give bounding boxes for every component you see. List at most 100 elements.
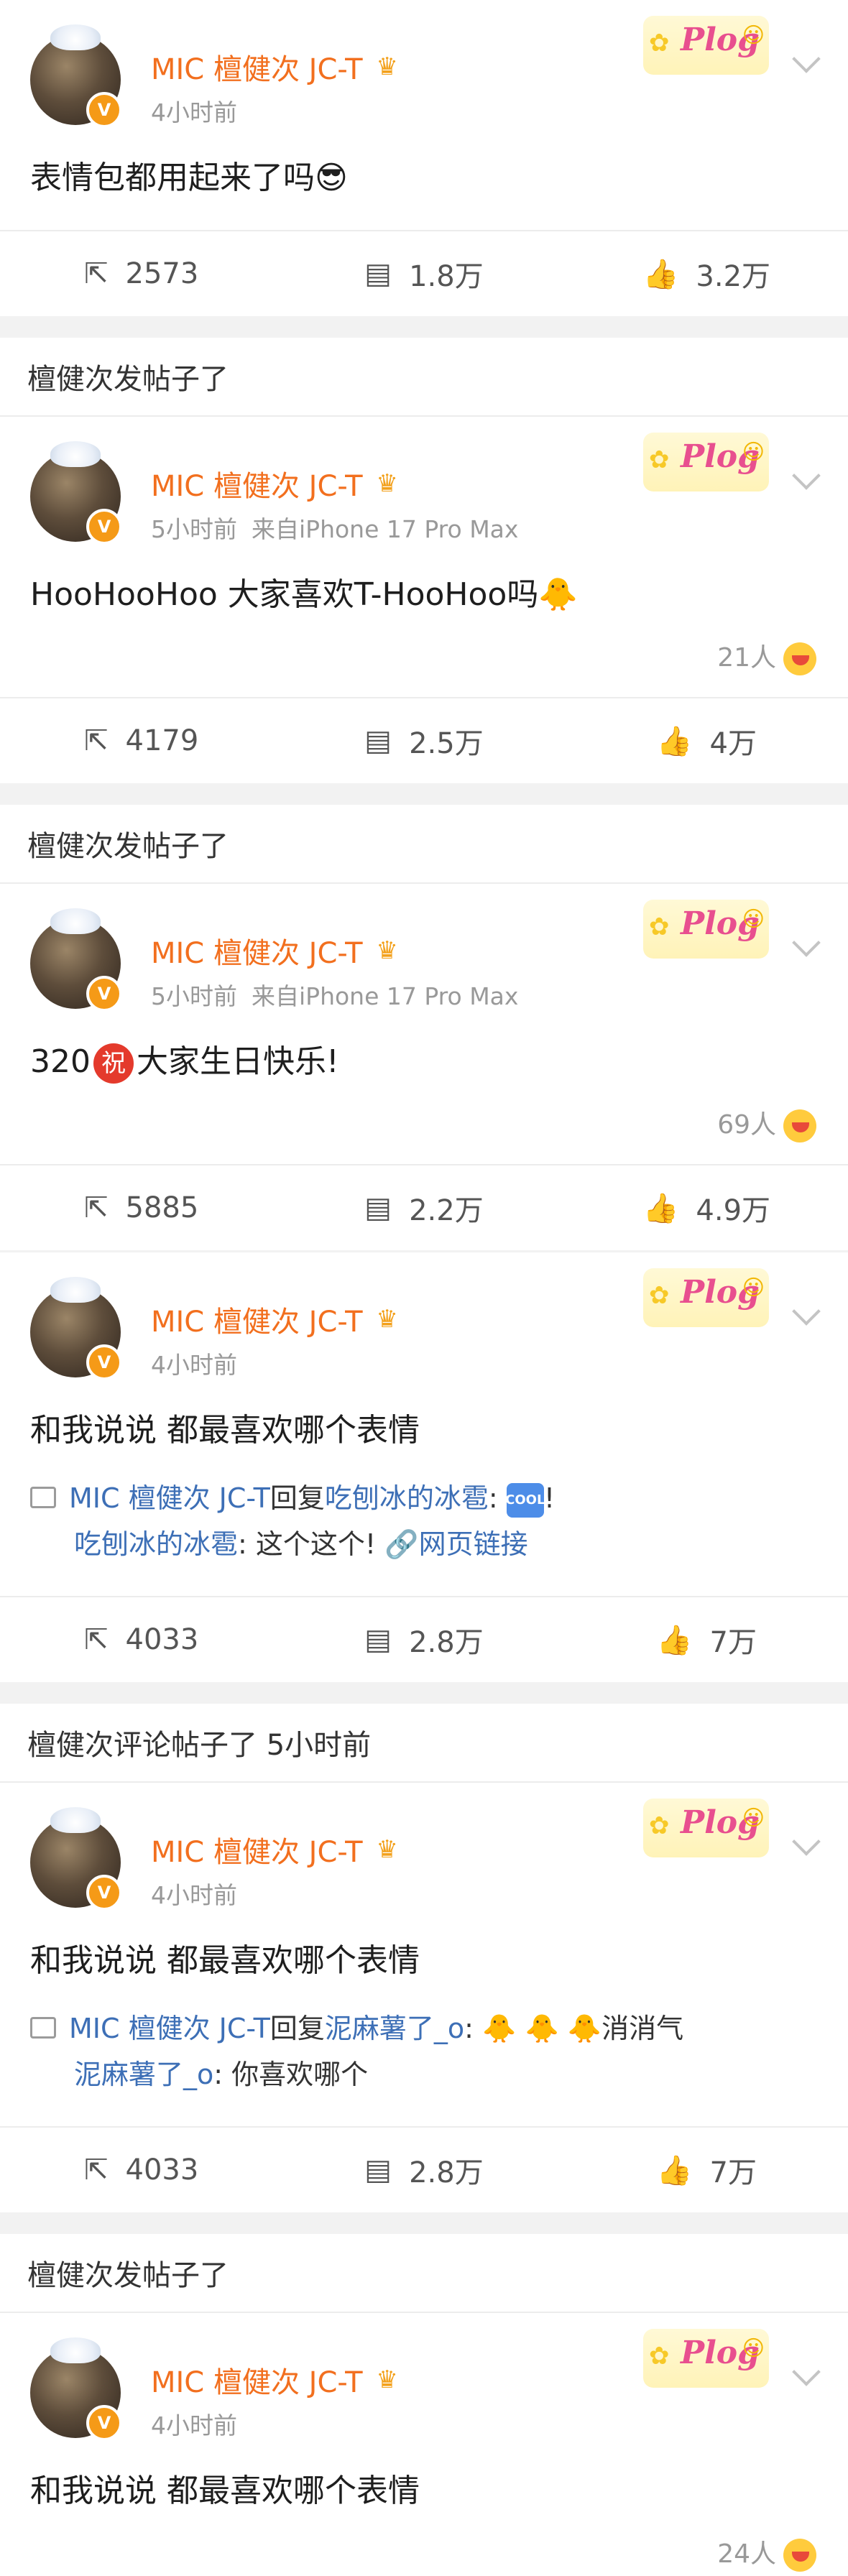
verified-badge-icon: V [86,976,122,1012]
author-name[interactable]: MIC 檀健次 JC-T [151,463,363,504]
comment-button[interactable]: ▤ 2.2万 [282,1165,565,1250]
avatar-hat-decoration [50,1807,101,1833]
smile-icon: ☺ [742,1275,765,1301]
repost-button[interactable]: ⇱ 4033 [0,1597,282,1682]
avatar-hat-decoration [50,24,101,50]
like-button[interactable]: 👍 7万 [566,1597,848,1682]
author-name[interactable]: MIC 檀健次 JC-T [151,1829,363,1870]
flower-icon: ✿ [649,1281,670,1310]
like-button[interactable]: 👍 7万 [566,2128,848,2212]
post-device: 来自iPhone 17 Pro Max [252,515,519,543]
post-actions: ⇱ 4033 ▤ 2.8万 👍 7万 [0,1596,848,1682]
repost-button[interactable]: ⇱ 2573 [0,231,282,316]
post-meta: 4小时前 [151,1876,237,1911]
quote-target-link[interactable]: 泥麻薯了_o [325,2013,464,2044]
chevron-down-icon[interactable] [792,1297,821,1326]
author-name[interactable]: MIC 檀健次 JC-T [151,930,363,971]
repost-button[interactable]: ⇱ 4033 [0,2128,282,2212]
avatar[interactable]: V [30,441,122,545]
post-meta: 5小时前 来自iPhone 17 Pro Max [151,510,518,545]
cool-emoji: COOL [505,1482,545,1518]
avatar-hat-decoration [50,908,101,934]
avatar[interactable]: V [30,2337,122,2441]
laughing-face-icon [783,2539,816,2572]
post-time: 4小时前 [151,98,237,126]
smile-icon: ☺ [742,1806,765,1831]
quote-target-link[interactable]: 吃刨冰的冰雹 [325,1482,489,1514]
like-button[interactable]: 👍 3.2万 [566,231,848,316]
post-text: 和我说说 都最喜欢哪个表情 [30,1412,420,1449]
quote-user-link[interactable]: 泥麻薯了_o [74,2059,213,2090]
flower-icon: ✿ [649,2342,670,2370]
comment-button[interactable]: ▤ 1.8万 [282,231,565,316]
post-text: 表情包都用起来了吗😎 [30,160,348,196]
plog-badge[interactable]: ✿ Plog ☺ [643,2329,769,2388]
post-text: 和我说说 都最喜欢哪个表情 [30,1942,420,1979]
likers-summary[interactable]: 69人 [0,1104,848,1147]
post-actions: ⇱ 5885 ▤ 2.2万 👍 4.9万 [0,1164,848,1250]
quote-author-link[interactable]: MIC 檀健次 JC-T [69,1482,270,1514]
plog-badge[interactable]: ✿ Plog ☺ [643,1268,769,1327]
post-card[interactable]: V MIC 檀健次 JC-T ♛ 4小时前 ✿ Plog ☺ 和我说说 都最喜欢哪个… [0,1252,848,1682]
plog-badge[interactable]: ✿ Plog ☺ [643,16,769,75]
crown-badge-icon: ♛ [376,469,398,498]
quote-author-link[interactable]: MIC 檀健次 JC-T [69,2013,270,2044]
post-actions: ⇱ 4033 ▤ 2.8万 👍 7万 [0,2126,848,2212]
repost-icon: ⇱ [84,724,109,757]
chevron-down-icon[interactable] [792,45,821,73]
chevron-down-icon[interactable] [792,928,821,957]
post-card[interactable]: V MIC 檀健次 JC-T ♛ 4小时前 ✿ Plog ☺ 和我说说 都最喜欢哪个… [0,2313,848,2576]
crown-badge-icon: ♛ [376,936,398,965]
post-card[interactable]: V MIC 檀健次 JC-T ♛ 5小时前 来自iPhone 17 Pro Max… [0,417,848,783]
comment-quote-icon [30,2016,56,2039]
crown-badge-icon: ♛ [376,52,398,81]
comment-button[interactable]: ▤ 2.5万 [282,698,565,783]
avatar[interactable]: V [30,24,122,128]
avatar[interactable]: V [30,1277,122,1380]
chick-emoji: 🐥 🐥 🐥 [482,2013,602,2044]
verified-badge-icon: V [86,1344,122,1380]
quote-user-link[interactable]: 吃刨冰的冰雹 [74,1528,238,1560]
post-card[interactable]: V MIC 檀健次 JC-T ♛ 4小时前 ✿ Plog ☺ 表情包都用起来了吗😎 … [0,0,848,316]
post-text: 和我说说 都最喜欢哪个表情 [30,2473,420,2509]
chevron-down-icon[interactable] [792,1827,821,1856]
author-name[interactable]: MIC 檀健次 JC-T [151,46,363,88]
avatar-hat-decoration [50,1277,101,1303]
like-button[interactable]: 👍 4.9万 [566,1165,848,1250]
web-link[interactable]: 🔗网页链接 [384,1528,527,1560]
avatar[interactable]: V [30,1807,122,1911]
plog-badge[interactable]: ✿ Plog ☺ [643,433,769,491]
avatar[interactable]: V [30,908,122,1012]
smile-icon: ☺ [742,907,765,932]
comment-quote[interactable]: MIC 檀健次 JC-T回复吃刨冰的冰雹: COOL! 吃刨冰的冰雹: 这个这个… [0,1454,848,1567]
comment-quote[interactable]: MIC 檀健次 JC-T回复泥麻薯了_o: 🐥 🐥 🐥消消气 泥麻薯了_o: 你… [0,1984,848,2097]
likers-summary[interactable]: 21人 [0,637,848,680]
repost-button[interactable]: ⇱ 5885 [0,1165,282,1250]
chevron-down-icon[interactable] [792,2358,821,2386]
link-icon: 🔗 [384,1528,419,1560]
like-button[interactable]: 👍 4万 [566,698,848,783]
chevron-down-icon[interactable] [792,461,821,490]
smile-icon: ☺ [742,440,765,465]
comment-button[interactable]: ▤ 2.8万 [282,2128,565,2212]
post-card[interactable]: V MIC 檀健次 JC-T ♛ 4小时前 ✿ Plog ☺ 和我说说 都最喜欢哪个… [0,1783,848,2212]
repost-icon: ⇱ [84,1623,109,1656]
laughing-face-icon [783,642,816,675]
plog-badge[interactable]: ✿ Plog ☺ [643,1799,769,1857]
comment-quote-icon [30,1486,56,1508]
post-device: 来自iPhone 17 Pro Max [252,982,519,1010]
activity-label: 檀健次评论帖子了 5小时前 [0,1704,848,1783]
likers-summary[interactable]: 24人 [0,2533,848,2576]
repost-button[interactable]: ⇱ 4179 [0,698,282,783]
author-name[interactable]: MIC 檀健次 JC-T [151,1298,363,1340]
laughing-face-icon [783,1109,816,1142]
comment-icon: ▤ [364,257,392,290]
post-card[interactable]: V MIC 檀健次 JC-T ♛ 5小时前 来自iPhone 17 Pro Max… [0,884,848,1250]
post-time: 4小时前 [151,1351,237,1379]
activity-label: 檀健次发帖子了 [0,805,848,884]
like-icon: 👍 [642,1191,679,1225]
post-time: 4小时前 [151,1881,237,1909]
comment-button[interactable]: ▤ 2.8万 [282,1597,565,1682]
plog-badge[interactable]: ✿ Plog ☺ [643,900,769,959]
author-name[interactable]: MIC 檀健次 JC-T [151,2359,363,2401]
